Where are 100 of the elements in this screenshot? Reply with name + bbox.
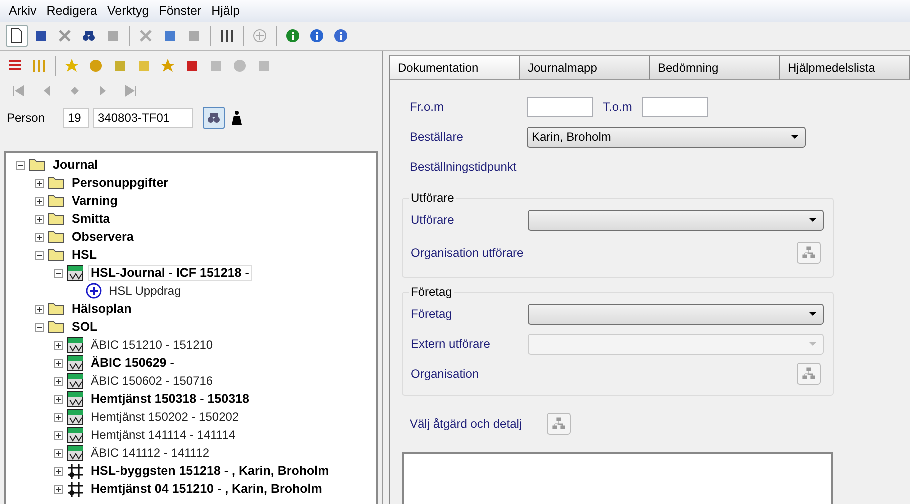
from-date-field[interactable] (527, 97, 593, 117)
to-label: T.o.m (603, 100, 634, 114)
tree-item[interactable]: ÄBIC 150629 - (88, 355, 178, 371)
add-icon (252, 28, 268, 44)
tree-item[interactable]: Journal (50, 157, 102, 173)
orderer-label: Beställare (410, 130, 464, 144)
performer-dropdown[interactable] (528, 210, 824, 230)
order-time-label: Beställningstidpunkt (410, 160, 518, 174)
text-area[interactable] (402, 452, 833, 504)
company-dropdown[interactable] (528, 304, 824, 324)
organization-label: Organisation (411, 367, 480, 381)
circle-icon (232, 58, 248, 74)
journal-icon (67, 264, 84, 282)
tree-item[interactable]: Varning (69, 193, 121, 209)
folder-icon (48, 212, 65, 226)
expand-icon[interactable] (35, 304, 44, 314)
tree-item[interactable]: Smitta (69, 211, 114, 227)
performer-label: Utförare (411, 213, 456, 227)
new-document-button[interactable] (6, 25, 28, 47)
journal-icon (67, 336, 84, 354)
tree-item[interactable]: Hemtjänst 141114 - 141114 (88, 427, 239, 443)
folder-icon (48, 176, 65, 190)
search-button[interactable] (203, 107, 225, 129)
expand-icon[interactable] (54, 448, 63, 458)
tree-item[interactable]: Hälsoplan (69, 301, 135, 317)
expand-icon[interactable] (54, 466, 63, 476)
organization-button[interactable] (797, 363, 821, 385)
journal-icon (67, 390, 84, 408)
organization-button[interactable] (797, 242, 821, 264)
caret-icon (809, 218, 817, 222)
menu-item[interactable]: Redigera (42, 4, 103, 18)
folder-icon (48, 230, 65, 244)
tree-item[interactable]: HSL-Journal - ICF 151218 - (88, 265, 252, 281)
tree-item[interactable]: ÄBIC 150602 - 150716 (88, 373, 216, 389)
expand-icon[interactable] (54, 430, 63, 440)
new-document-icon (9, 28, 25, 44)
journal-icon (67, 408, 84, 426)
expand-icon[interactable] (54, 340, 63, 350)
first-record-icon (11, 83, 27, 99)
expand-icon[interactable] (35, 196, 44, 206)
expand-icon[interactable] (54, 358, 63, 368)
journal-icon (67, 444, 84, 462)
company-label: Företag (411, 307, 454, 321)
delete-icon (57, 28, 73, 44)
from-label: Fr.o.m (410, 100, 446, 114)
action-label: Välj åtgärd och detalj (410, 417, 524, 431)
expand-icon[interactable] (35, 178, 44, 188)
tree-item[interactable]: Personuppgifter (69, 175, 172, 191)
journal-icon (67, 354, 84, 372)
collapse-icon[interactable] (16, 160, 25, 170)
tab[interactable]: Bedömning (650, 56, 780, 80)
collapse-icon[interactable] (35, 250, 44, 260)
org-performer-label: Organisation utförare (411, 246, 525, 260)
expand-icon[interactable] (54, 394, 63, 404)
menu-item[interactable]: Fönster (154, 4, 207, 18)
tree-item[interactable]: ÄBIC 151210 - 151210 (88, 337, 216, 353)
tree-item[interactable]: ÄBIC 141112 - 141112 (88, 445, 213, 461)
orderer-dropdown[interactable]: Karin, Broholm (527, 126, 806, 148)
org-chart-icon (801, 366, 817, 382)
collapse-icon[interactable] (35, 322, 44, 332)
group-title: Företag (409, 285, 454, 299)
tree-item[interactable]: Hemtjänst 150318 - 150318 (88, 391, 252, 407)
tree-item[interactable]: HSL (69, 247, 100, 263)
tab[interactable]: Dokumentation (390, 56, 520, 80)
caret-icon (791, 135, 799, 139)
collapse-icon[interactable] (54, 268, 63, 278)
caret-icon (809, 342, 817, 346)
menu-item[interactable]: Hjälp (206, 4, 246, 18)
building-block-icon (67, 462, 84, 480)
journal-icon (67, 372, 84, 390)
tree-item[interactable]: Hemtjänst 04 151210 - , Karin, Broholm (88, 481, 326, 497)
menu-item[interactable]: Verktyg (102, 4, 154, 18)
tab[interactable]: Journalmapp (520, 56, 650, 80)
tree-item[interactable]: SOL (69, 319, 101, 335)
person-id-field[interactable]: 340803-TF01 (93, 108, 193, 128)
expand-icon[interactable] (35, 232, 44, 242)
expand-icon[interactable] (54, 376, 63, 386)
expand-icon[interactable] (35, 214, 44, 224)
folder-icon (48, 248, 65, 262)
person-icon (229, 110, 245, 126)
caret-icon (809, 312, 817, 316)
tab[interactable]: Hjälpmedelslista (780, 56, 910, 80)
select-action-button[interactable] (547, 413, 571, 435)
expand-icon[interactable] (54, 412, 63, 422)
menu-item[interactable]: Arkiv (4, 4, 42, 18)
century-field[interactable]: 19 (63, 108, 89, 128)
add-circle-icon (86, 283, 102, 299)
tree-item[interactable]: HSL Uppdrag (106, 283, 184, 299)
to-date-field[interactable] (642, 97, 708, 117)
folder-icon (48, 194, 65, 208)
tree-item[interactable]: Hemtjänst 150202 - 150202 (88, 409, 242, 425)
folder-icon (48, 320, 65, 334)
journal-icon (67, 426, 84, 444)
tree-item[interactable]: HSL-byggsten 151218 - , Karin, Broholm (88, 463, 332, 479)
star-icon (64, 58, 80, 74)
external-performer-label: Extern utförare (411, 337, 492, 351)
expand-icon[interactable] (54, 484, 63, 494)
tree-item[interactable]: Observera (69, 229, 137, 245)
building-block-icon (67, 480, 84, 498)
org-chart-icon (801, 245, 817, 261)
